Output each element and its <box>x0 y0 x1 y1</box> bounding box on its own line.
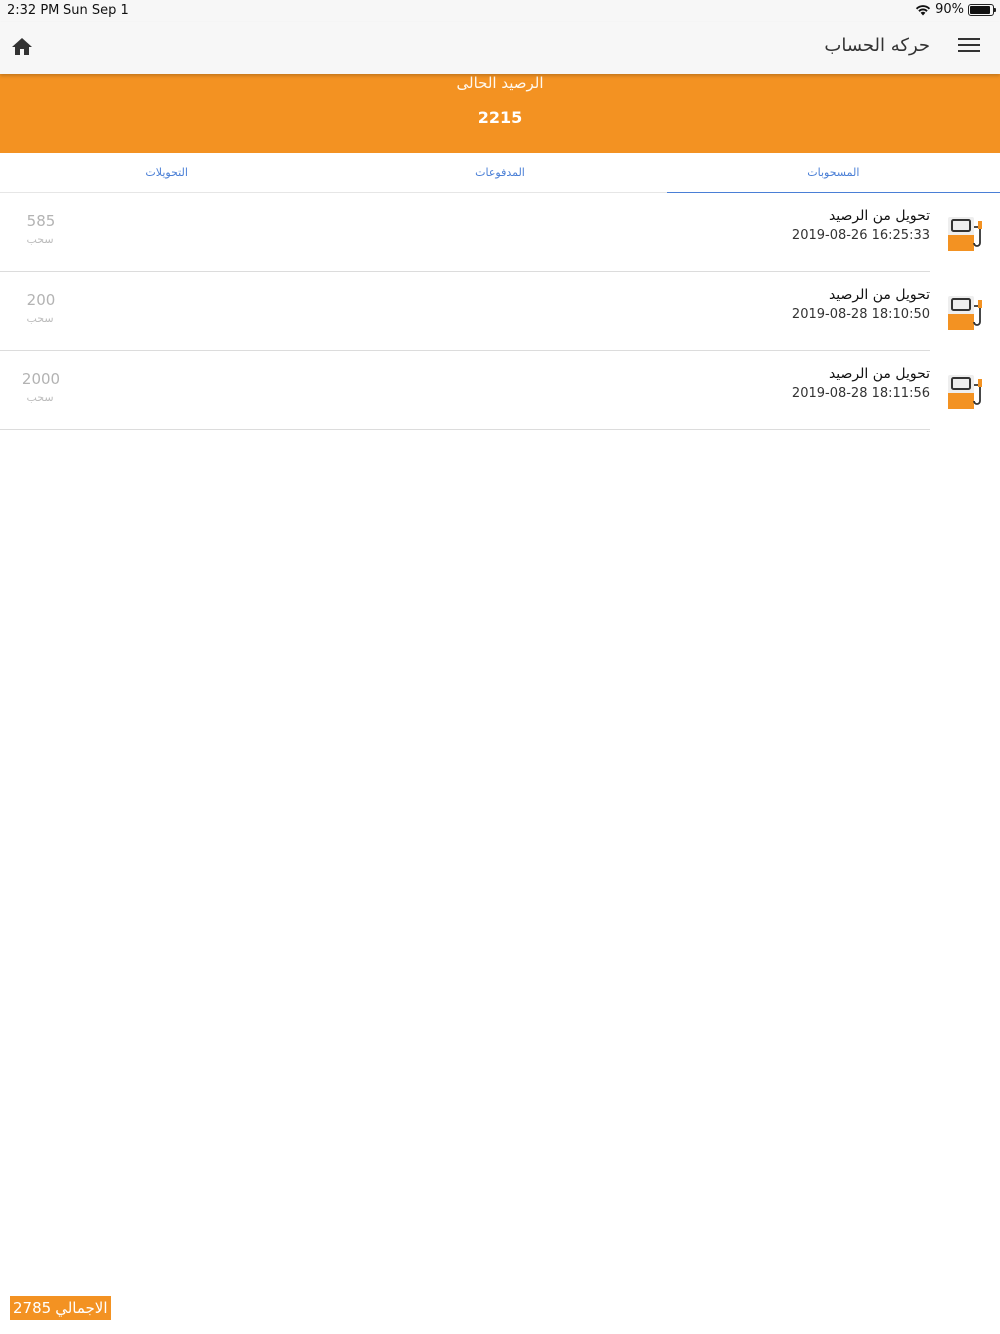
tab-payments[interactable]: المدفوعات <box>333 153 666 192</box>
transaction-list: تحويل من الرصيد 2019-08-26 16:25:33 585 … <box>0 193 1000 430</box>
total-badge: 2785 الاجمالي <box>10 1296 111 1320</box>
transaction-type: سحب <box>26 391 54 404</box>
status-indicators: 90% <box>915 2 996 17</box>
transaction-title: تحويل من الرصيد <box>828 208 930 224</box>
list-item[interactable]: تحويل من الرصيد 2019-08-28 18:11:56 2000… <box>0 351 1000 430</box>
battery-fill <box>970 5 990 14</box>
transaction-type: سحب <box>26 312 54 325</box>
transaction-date: 2019-08-28 18:11:56 <box>791 386 930 401</box>
transaction-type: سحب <box>26 233 54 246</box>
status-date: Sun Sep 1 <box>63 3 129 18</box>
home-icon <box>12 38 32 55</box>
tab-bar: التحويلات المدفوعات المسحوبات <box>0 153 1000 193</box>
list-item[interactable]: تحويل من الرصيد 2019-08-28 18:10:50 200 … <box>0 272 1000 351</box>
transaction-date: 2019-08-26 16:25:33 <box>791 228 930 243</box>
transaction-amount: 2000 <box>21 370 61 388</box>
list-item[interactable]: تحويل من الرصيد 2019-08-26 16:25:33 585 … <box>0 193 1000 272</box>
transaction-amount: 585 <box>26 212 56 230</box>
total-label: الاجمالي <box>55 1299 108 1317</box>
menu-button[interactable] <box>958 38 980 56</box>
page-title: حركه الحساب <box>824 35 930 56</box>
home-button[interactable] <box>10 35 34 59</box>
balance-header: الرصيد الحالى 2215 <box>0 74 1000 153</box>
fuel-pump-icon <box>948 296 982 330</box>
fuel-pump-icon <box>948 375 982 409</box>
balance-value: 2215 <box>477 108 523 127</box>
balance-label: الرصيد الحالى <box>456 74 544 92</box>
app-bar: حركه الحساب <box>0 22 1000 74</box>
transaction-amount: 200 <box>26 291 56 309</box>
tab-withdrawals[interactable]: المسحوبات <box>666 153 1000 193</box>
fuel-pump-icon <box>948 217 982 251</box>
tab-transfers[interactable]: التحويلات <box>0 153 333 192</box>
battery-icon <box>968 3 996 16</box>
transaction-title: تحويل من الرصيد <box>828 287 930 303</box>
transaction-title: تحويل من الرصيد <box>828 366 930 382</box>
menu-icon <box>958 38 980 40</box>
wifi-icon <box>915 4 931 15</box>
total-value: 2785 <box>13 1299 52 1317</box>
menu-icon-line <box>958 44 980 46</box>
menu-icon-line <box>958 50 980 52</box>
transaction-date: 2019-08-28 18:10:50 <box>791 307 930 322</box>
status-time: 2:32 PM <box>7 3 60 18</box>
status-bar: 2:32 PM Sun Sep 1 90% <box>0 0 1000 22</box>
battery-percentage: 90% <box>935 2 964 17</box>
